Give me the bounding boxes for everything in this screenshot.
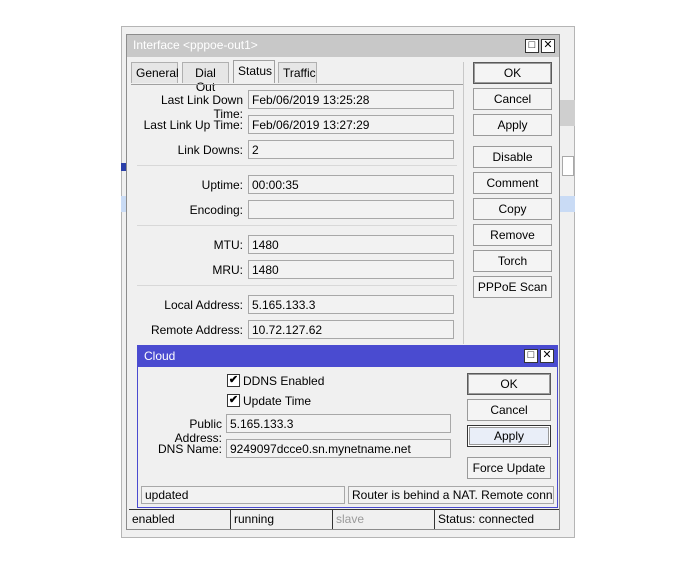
background-selected-row	[560, 196, 575, 212]
maximize-icon[interactable]: □	[525, 39, 539, 53]
cloud-cancel-button[interactable]: Cancel	[467, 399, 551, 421]
link-downs-label: Link Downs:	[177, 143, 243, 157]
status-enabled: enabled	[129, 510, 231, 529]
torch-button[interactable]: Torch	[473, 250, 552, 272]
ddns-enabled-checkbox[interactable]: ✔	[227, 374, 240, 387]
separator	[137, 285, 457, 286]
link-downs-field: 2	[248, 140, 454, 159]
interface-status-bar: enabled running slave Status: connected	[129, 509, 559, 529]
cloud-titlebar: Cloud □ ✕	[138, 346, 557, 367]
local-address-field: 5.165.133.3	[248, 295, 454, 314]
cloud-status-right: Router is behind a NAT. Remote connect..…	[348, 486, 554, 504]
remove-button[interactable]: Remove	[473, 224, 552, 246]
close-icon[interactable]: ✕	[540, 349, 554, 363]
mtu-label: MTU:	[213, 238, 243, 252]
last-link-up-label: Last Link Up Time:	[143, 118, 243, 132]
panel-divider	[463, 62, 464, 344]
tab-traffic[interactable]: Traffic	[278, 62, 317, 83]
cloud-apply-button[interactable]: Apply	[467, 425, 551, 447]
copy-button[interactable]: Copy	[473, 198, 552, 220]
status-panel: Last Link Down Time: Feb/06/2019 13:25:2…	[131, 84, 463, 340]
maximize-icon[interactable]: □	[524, 349, 538, 363]
interface-tabs: General Dial Out Status Traffic	[131, 60, 471, 94]
separator	[137, 225, 457, 226]
last-link-down-label: Last Link Down Time:	[160, 93, 243, 121]
local-address-label: Local Address:	[164, 298, 243, 312]
mtu-field: 1480	[248, 235, 454, 254]
dns-name-label: DNS Name:	[157, 442, 222, 456]
remote-address-field: 10.72.127.62	[248, 320, 454, 339]
uptime-field: 00:00:35	[248, 175, 454, 194]
tab-status[interactable]: Status	[233, 60, 275, 83]
force-update-button[interactable]: Force Update	[467, 457, 551, 479]
mru-field: 1480	[248, 260, 454, 279]
interface-titlebar: Interface <pppoe-out1> □ ✕	[127, 35, 559, 57]
status-running: running	[231, 510, 333, 529]
pppoe-scan-button[interactable]: PPPoE Scan	[473, 276, 552, 298]
public-address-field: 5.165.133.3	[226, 414, 451, 433]
status-slave: slave	[333, 510, 435, 529]
close-icon[interactable]: ✕	[541, 39, 555, 53]
disable-button[interactable]: Disable	[473, 146, 552, 168]
comment-button[interactable]: Comment	[473, 172, 552, 194]
ddns-enabled-label: DDNS Enabled	[243, 374, 325, 388]
interface-window-title: Interface <pppoe-out1>	[133, 38, 258, 52]
background-toolbar	[560, 100, 575, 126]
encoding-label: Encoding:	[189, 203, 243, 217]
update-time-label: Update Time	[243, 394, 312, 408]
ok-button[interactable]: OK	[473, 62, 552, 84]
cloud-ok-button[interactable]: OK	[467, 373, 551, 395]
cloud-window: Cloud □ ✕ ✔ DDNS Enabled ✔ Update Time P…	[137, 345, 558, 508]
apply-button[interactable]: Apply	[473, 114, 552, 136]
tab-general[interactable]: General	[131, 62, 179, 83]
uptime-label: Uptime:	[201, 178, 243, 192]
remote-address-label: Remote Address:	[150, 323, 243, 337]
background-input	[562, 156, 574, 176]
tab-dial-out[interactable]: Dial Out	[182, 62, 229, 94]
cloud-window-title: Cloud	[144, 349, 176, 363]
last-link-up-field: Feb/06/2019 13:27:29	[248, 115, 454, 134]
dns-name-field: 9249097dcce0.sn.mynetname.net	[226, 439, 451, 458]
cancel-button[interactable]: Cancel	[473, 88, 552, 110]
encoding-field	[248, 200, 454, 219]
update-time-checkbox[interactable]: ✔	[227, 394, 240, 407]
mru-label: MRU:	[212, 263, 243, 277]
cloud-status-left: updated	[141, 486, 345, 504]
status-connection: Status: connected	[438, 512, 535, 526]
last-link-down-field: Feb/06/2019 13:25:28	[248, 90, 454, 109]
separator	[137, 165, 457, 166]
public-address-label: Public Address:	[174, 417, 222, 445]
